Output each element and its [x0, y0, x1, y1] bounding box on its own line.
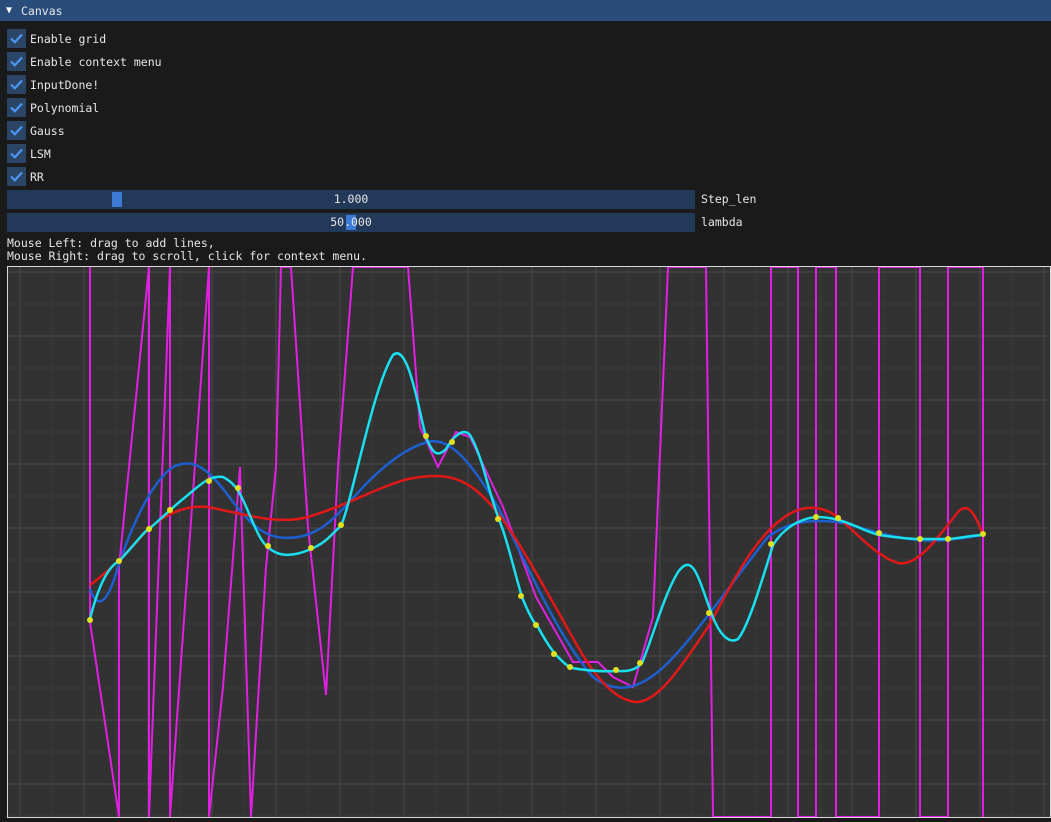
input-point — [495, 516, 501, 522]
input-point — [116, 558, 122, 564]
window-title: Canvas — [21, 3, 63, 18]
input-point — [613, 667, 619, 673]
input-point — [945, 536, 951, 542]
checkbox-label: InputDone! — [30, 77, 100, 92]
checkbox-label: Enable grid — [30, 31, 107, 46]
lambda-slider[interactable]: 50.000 — [7, 213, 695, 232]
checkmark-icon[interactable] — [7, 52, 26, 71]
input-point — [449, 439, 455, 445]
input-point — [265, 543, 271, 549]
input-point — [876, 530, 882, 536]
checkmark-icon[interactable] — [7, 98, 26, 117]
input-point — [813, 514, 819, 520]
polynomial-curve — [89, 267, 984, 817]
input-point — [551, 651, 557, 657]
checkbox-label: Enable context menu — [30, 54, 162, 69]
checkbox-label: Polynomial — [30, 100, 100, 115]
input-point — [308, 545, 314, 551]
input-done-checkbox[interactable]: InputDone! — [7, 75, 99, 94]
input-point — [423, 433, 429, 439]
input-point — [768, 541, 774, 547]
checkbox-label: Gauss — [30, 123, 65, 138]
checkmark-icon[interactable] — [7, 167, 26, 186]
input-point — [706, 610, 712, 616]
rr-checkbox[interactable]: RR — [7, 167, 44, 186]
enable-grid-checkbox[interactable]: Enable grid — [7, 29, 106, 48]
slider-value: 1.000 — [333, 192, 369, 206]
input-point — [206, 478, 212, 484]
help-text-right: Mouse Right: drag to scroll, click for c… — [7, 249, 368, 263]
input-point — [533, 622, 539, 628]
plot-svg[interactable] — [8, 267, 1050, 817]
input-point — [235, 485, 241, 491]
checkbox-label: LSM — [30, 146, 51, 161]
enable-context-menu-checkbox[interactable]: Enable context menu — [7, 52, 162, 71]
step-len-slider[interactable]: 1.000 — [7, 190, 695, 209]
gauss-checkbox[interactable]: Gauss — [7, 121, 65, 140]
checkmark-icon[interactable] — [7, 121, 26, 140]
checkbox-label: RR — [30, 169, 44, 184]
input-point — [835, 515, 841, 521]
input-point — [917, 536, 923, 542]
input-point — [338, 522, 344, 528]
checkmark-icon[interactable] — [7, 75, 26, 94]
checkmark-icon[interactable] — [7, 144, 26, 163]
canvas-window-header[interactable]: ▼ Canvas — [0, 0, 1051, 21]
slider-value: 50.000 — [330, 215, 372, 229]
collapse-arrow-icon[interactable]: ▼ — [6, 5, 17, 16]
input-point — [167, 507, 173, 513]
input-point — [518, 593, 524, 599]
polynomial-checkbox[interactable]: Polynomial — [7, 98, 99, 117]
input-point — [980, 531, 986, 537]
lambda-label: lambda — [701, 215, 743, 229]
input-point — [637, 660, 643, 666]
input-point — [567, 664, 573, 670]
plot-canvas[interactable] — [7, 266, 1051, 818]
lsm-checkbox[interactable]: LSM — [7, 144, 51, 163]
checkmark-icon[interactable] — [7, 29, 26, 48]
step-len-label: Step_len — [701, 192, 757, 206]
input-point — [87, 617, 93, 623]
input-point — [146, 526, 152, 532]
